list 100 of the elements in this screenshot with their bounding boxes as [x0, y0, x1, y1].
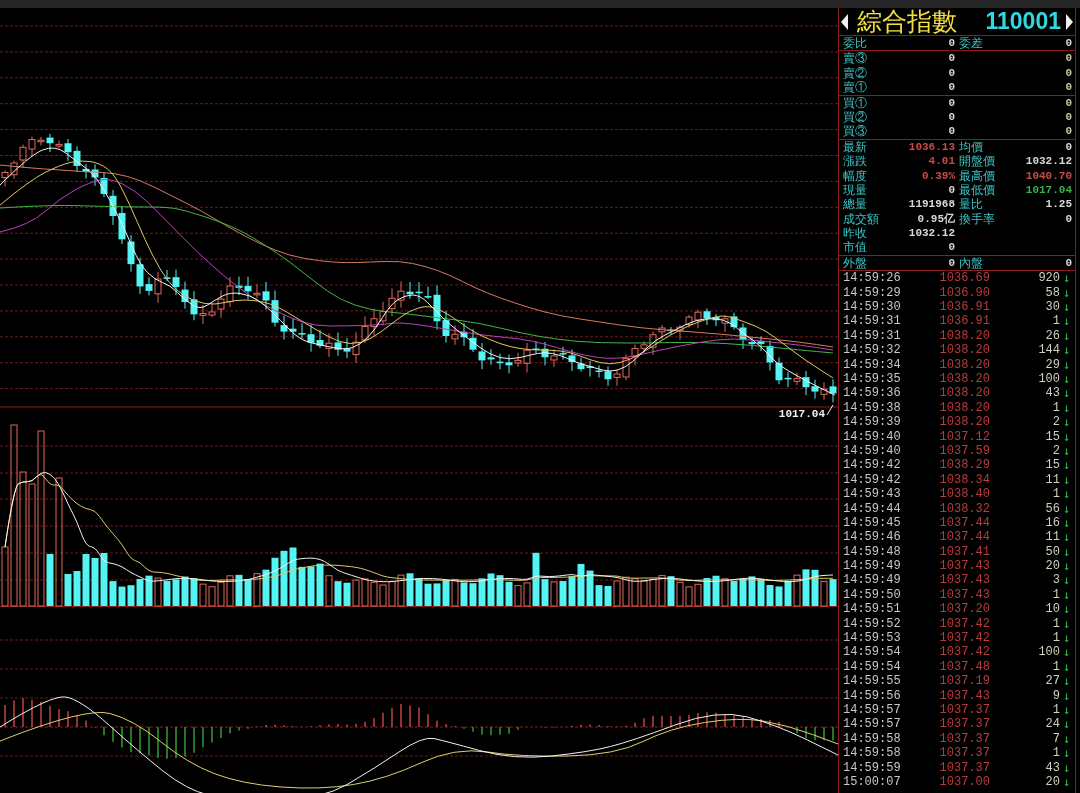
trade-time: 14:59:49: [842, 573, 902, 588]
right-triangle-icon[interactable]: [1066, 13, 1073, 30]
field-value: 1036.13: [908, 139, 955, 155]
trade-volume: 24: [1044, 717, 1060, 732]
trade-volume: 20: [1044, 774, 1060, 790]
trade-direction-arrow: ↓: [1062, 544, 1071, 560]
trade-time: 14:59:34: [842, 357, 902, 372]
ask-label: 賣①: [843, 80, 867, 95]
field-label: 最低價: [959, 182, 995, 198]
trade-time: 14:59:45: [842, 515, 902, 531]
trade-price: 1037.42: [938, 645, 990, 660]
trade-price: 1038.40: [938, 487, 990, 502]
trade-volume: 50: [1044, 544, 1060, 560]
field-label: 成交額: [843, 211, 879, 227]
trade-time: 14:59:58: [842, 731, 902, 747]
trade-direction-arrow: ↓: [1062, 559, 1071, 574]
trade-price: 1038.20: [938, 343, 990, 358]
field-value: 1191968: [908, 197, 955, 212]
trade-volume: 9: [1051, 688, 1060, 703]
trade-time: 14:59:32: [842, 343, 902, 358]
trade-time: 14:59:42: [842, 458, 902, 473]
field-label: 漲跌: [843, 154, 867, 169]
trade-direction-arrow: ↓: [1062, 429, 1071, 444]
trade-direction-arrow: ↓: [1062, 501, 1071, 516]
trade-time: 14:59:57: [842, 717, 902, 732]
trade-direction-arrow: ↓: [1062, 472, 1071, 488]
trade-price: 1037.19: [938, 674, 990, 689]
field-label: 昨收: [843, 226, 867, 241]
trade-volume: 1: [1051, 616, 1060, 632]
trade-volume: 20: [1044, 559, 1060, 574]
trade-price: 1038.32: [938, 501, 990, 516]
field-value: 1040.70: [1025, 168, 1072, 183]
trade-price: 1038.20: [938, 372, 990, 387]
trade-direction-arrow: ↓: [1062, 357, 1071, 372]
trade-direction-arrow: ↓: [1062, 400, 1071, 416]
trade-price: 1037.43: [938, 587, 990, 603]
trade-time: 15:00:07: [842, 774, 902, 790]
trade-volume: 1: [1051, 702, 1060, 718]
trade-price: 1037.37: [938, 731, 990, 747]
trade-price: 1038.34: [938, 472, 990, 488]
trade-volume: 58: [1044, 285, 1060, 301]
trade-volume: 1: [1051, 659, 1060, 675]
trade-direction-arrow: ↓: [1062, 731, 1071, 747]
field-value: 0: [1065, 139, 1072, 155]
field-label: 總量: [843, 197, 867, 212]
ask-volume: 0: [1065, 80, 1072, 95]
trade-direction-arrow: ↓: [1062, 530, 1071, 545]
bid-price: 0: [948, 109, 955, 125]
field-label: 最新: [843, 139, 867, 155]
trade-direction-arrow: ↓: [1062, 616, 1071, 632]
trade-time: 14:59:49: [842, 559, 902, 574]
ask-price: 0: [948, 80, 955, 95]
trade-time: 14:59:56: [842, 688, 902, 703]
trade-volume: 27: [1044, 674, 1060, 689]
trade-price: 1037.44: [938, 530, 990, 545]
trade-time: 14:59:48: [842, 544, 902, 560]
trade-volume: 10: [1044, 602, 1060, 617]
ask-price: 0: [948, 51, 955, 66]
field-label: 開盤價: [959, 154, 995, 169]
trade-time: 14:59:59: [842, 760, 902, 775]
trade-volume: 1: [1051, 400, 1060, 416]
trade-time: 14:59:31: [842, 328, 902, 344]
trade-direction-arrow: ↓: [1062, 343, 1071, 358]
trade-price: 1037.12: [938, 429, 990, 444]
trade-volume: 29: [1044, 357, 1060, 372]
trade-price: 1037.41: [938, 544, 990, 560]
trade-price: 1036.69: [938, 271, 990, 286]
bid-price: 0: [948, 124, 955, 139]
trade-volume: 43: [1044, 760, 1060, 775]
trade-price: 1037.43: [938, 559, 990, 574]
trade-time: 14:59:50: [842, 587, 902, 603]
trade-volume: 7: [1051, 731, 1060, 747]
field-label: 委差: [959, 36, 983, 51]
field-value: 4.01: [928, 154, 955, 169]
trade-time: 14:59:40: [842, 443, 902, 459]
field-label: 委比: [843, 36, 867, 51]
trade-price: 1037.43: [938, 688, 990, 703]
field-label: 幅度: [843, 168, 867, 183]
trade-direction-arrow: ↓: [1062, 300, 1071, 315]
trade-volume: 11: [1044, 472, 1060, 488]
field-value: 0: [1065, 211, 1072, 227]
trade-direction-arrow: ↓: [1062, 688, 1071, 703]
field-value: 1032.12: [908, 226, 955, 241]
field-label: 外盤: [843, 255, 867, 271]
field-value: 1032.12: [1025, 154, 1072, 169]
trade-direction-arrow: ↓: [1062, 746, 1071, 761]
trade-volume: 43: [1044, 386, 1060, 401]
trade-price: 1038.20: [938, 415, 990, 430]
trade-price: 1036.91: [938, 300, 990, 315]
trade-direction-arrow: ↓: [1062, 458, 1071, 473]
trade-time: 14:59:36: [842, 386, 902, 401]
leader-line: [826, 404, 834, 416]
left-triangle-icon[interactable]: [841, 13, 848, 30]
trade-direction-arrow: ↓: [1062, 386, 1071, 401]
field-label: 換手率: [959, 211, 995, 227]
trade-volume: 56: [1044, 501, 1060, 516]
trade-time: 14:59:43: [842, 487, 902, 502]
trade-time: 14:59:31: [842, 314, 902, 329]
trade-time: 14:59:42: [842, 472, 902, 488]
trade-direction-arrow: ↓: [1062, 443, 1071, 459]
